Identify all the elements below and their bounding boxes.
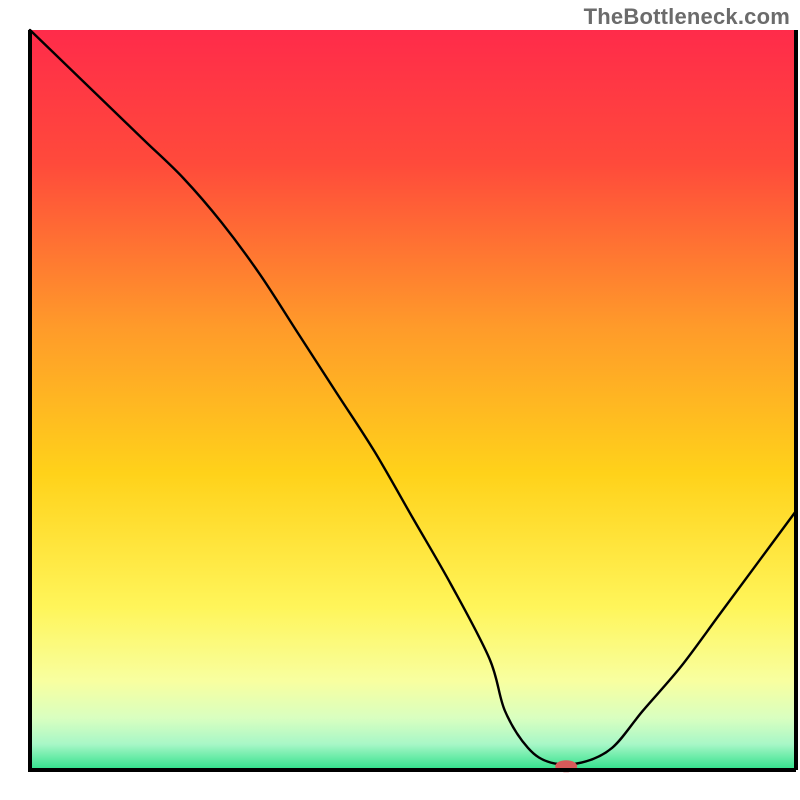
watermark-text: TheBottleneck.com xyxy=(584,4,790,30)
plot-area xyxy=(30,30,796,772)
bottleneck-chart xyxy=(0,0,800,800)
chart-stage: TheBottleneck.com xyxy=(0,0,800,800)
